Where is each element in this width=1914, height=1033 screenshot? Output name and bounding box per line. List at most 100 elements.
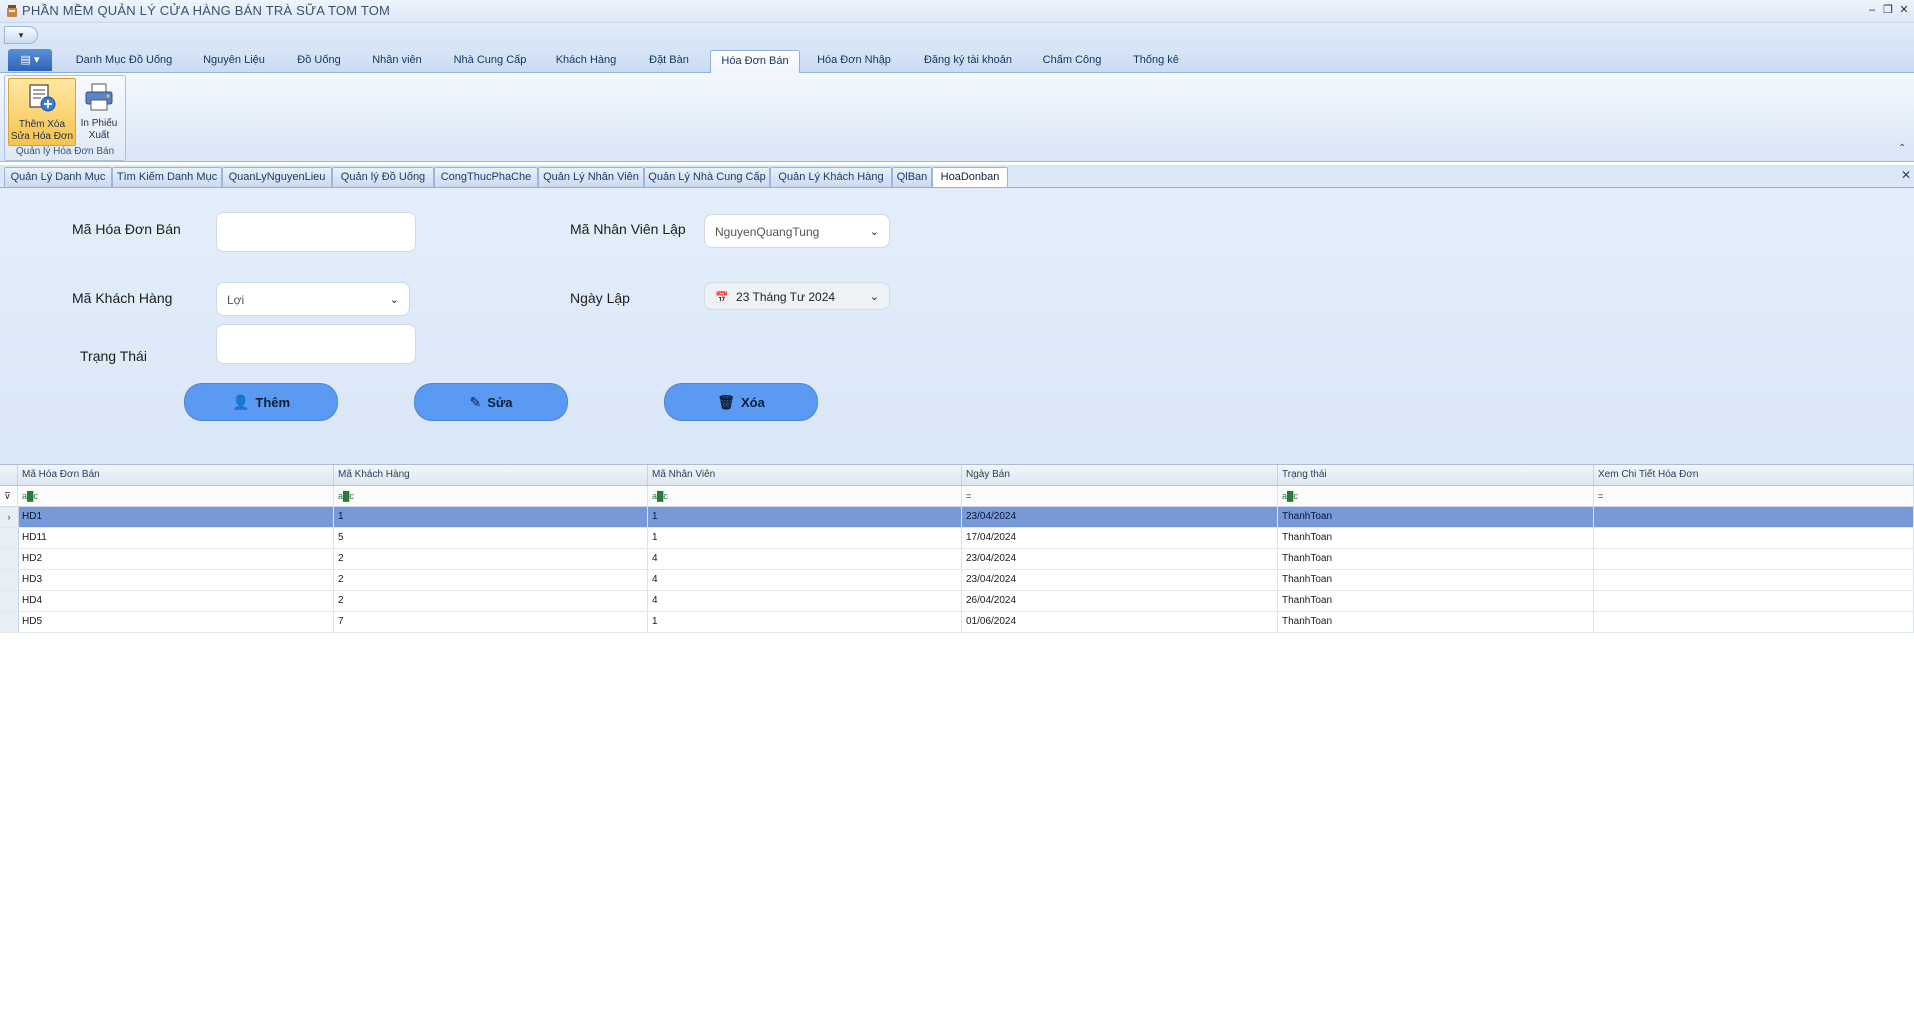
tab-cham-cong[interactable]: Chấm Công	[1034, 50, 1110, 71]
doc-tab-hoa-don-ban[interactable]: HoaDonban	[932, 167, 1008, 187]
table-row[interactable]: HD5 7 1 01/06/2024 ThanhToan	[0, 612, 1914, 633]
cell-trang-thai[interactable]: ThanhToan	[1278, 570, 1594, 590]
tab-nhan-vien[interactable]: Nhân viên	[360, 50, 434, 71]
ngay-lap-datepicker[interactable]: 📅 23 Tháng Tư 2024 ⌄	[704, 282, 890, 310]
cell-ma-nhan-vien[interactable]: 4	[648, 591, 962, 611]
cell-ma-hoa-don-ban[interactable]: HD1	[18, 507, 334, 527]
grid-corner	[0, 465, 18, 485]
ma-hoa-don-ban-input[interactable]	[216, 212, 416, 252]
filter-cell-ma-hoa-don-ban[interactable]: a█c	[18, 486, 334, 506]
doc-tab-tim-kiem-danh-muc[interactable]: Tìm Kiếm Danh Mục	[112, 167, 222, 187]
cell-ma-hoa-don-ban[interactable]: HD4	[18, 591, 334, 611]
application-menu-button[interactable]: ▤ ▾	[8, 49, 52, 71]
maximize-button[interactable]: ❐	[1880, 2, 1896, 18]
tab-nguyen-lieu[interactable]: Nguyên Liệu	[190, 50, 278, 71]
cell-trang-thai[interactable]: ThanhToan	[1278, 528, 1594, 548]
doc-tab-quan-ly-danh-muc[interactable]: Quản Lý Danh Mục	[4, 167, 112, 187]
tab-hoa-don-nhap[interactable]: Hóa Đơn Nhập	[806, 50, 902, 71]
cell-ma-khach-hang[interactable]: 7	[334, 612, 648, 632]
cell-xem-chi-tiet[interactable]	[1594, 528, 1914, 548]
cell-xem-chi-tiet[interactable]	[1594, 549, 1914, 569]
cell-ma-hoa-don-ban[interactable]: HD2	[18, 549, 334, 569]
table-row[interactable]: › HD1 1 1 23/04/2024 ThanhToan	[0, 507, 1914, 528]
cell-ma-nhan-vien[interactable]: 1	[648, 528, 962, 548]
cell-ma-hoa-don-ban[interactable]: HD5	[18, 612, 334, 632]
cell-ngay-ban[interactable]: 26/04/2024	[962, 591, 1278, 611]
cell-ma-khach-hang[interactable]: 2	[334, 591, 648, 611]
table-row[interactable]: HD11 5 1 17/04/2024 ThanhToan	[0, 528, 1914, 549]
column-header-ngay-ban[interactable]: Ngày Bán	[962, 465, 1278, 485]
cell-ma-nhan-vien[interactable]: 1	[648, 507, 962, 527]
cell-ma-nhan-vien[interactable]: 4	[648, 549, 962, 569]
cell-xem-chi-tiet[interactable]	[1594, 507, 1914, 527]
tab-dat-ban[interactable]: Đặt Bàn	[634, 50, 704, 71]
print-invoice-button[interactable]: In Phiếu Xuất	[77, 78, 121, 144]
minimize-button[interactable]: –	[1864, 2, 1880, 18]
cell-ma-khach-hang[interactable]: 2	[334, 549, 648, 569]
cell-xem-chi-tiet[interactable]	[1594, 570, 1914, 590]
cell-trang-thai[interactable]: ThanhToan	[1278, 507, 1594, 527]
cell-ma-nhan-vien[interactable]: 1	[648, 612, 962, 632]
close-window-button[interactable]: ✕	[1896, 2, 1912, 18]
cell-trang-thai[interactable]: ThanhToan	[1278, 549, 1594, 569]
doc-tab-quan-ly-do-uong[interactable]: Quản lý Đồ Uống	[332, 167, 434, 187]
cell-ma-khach-hang[interactable]: 1	[334, 507, 648, 527]
tab-hoa-don-ban[interactable]: Hóa Đơn Bán	[710, 50, 800, 73]
column-header-ma-hoa-don-ban[interactable]: Mã Hóa Đơn Bán	[18, 465, 334, 485]
trang-thai-label: Trạng Thái	[80, 348, 147, 364]
column-header-trang-thai[interactable]: Trạng thái	[1278, 465, 1594, 485]
cell-ngay-ban[interactable]: 17/04/2024	[962, 528, 1278, 548]
cell-ma-hoa-don-ban[interactable]: HD3	[18, 570, 334, 590]
ma-khach-hang-select[interactable]: Lợi ⌄	[216, 282, 410, 316]
doc-tab-quan-ly-nguyen-lieu[interactable]: QuanLyNguyenLieu	[222, 167, 332, 187]
filter-cell-xem-chi-tiet[interactable]: =	[1594, 486, 1914, 506]
edit-button[interactable]: ✎ Sửa	[414, 383, 568, 421]
tab-nha-cung-cap[interactable]: Nhà Cung Cấp	[442, 50, 538, 71]
chevron-down-icon: ⌄	[389, 294, 399, 306]
cell-trang-thai[interactable]: ThanhToan	[1278, 591, 1594, 611]
cell-xem-chi-tiet[interactable]	[1594, 612, 1914, 632]
cell-trang-thai[interactable]: ThanhToan	[1278, 612, 1594, 632]
filter-cell-ma-khach-hang[interactable]: a█c	[334, 486, 648, 506]
doc-tab-cong-thuc-pha-che[interactable]: CongThucPhaChe	[434, 167, 538, 187]
cell-ngay-ban[interactable]: 23/04/2024	[962, 507, 1278, 527]
doc-tab-quan-ly-nhan-vien[interactable]: Quản Lý Nhân Viên	[538, 167, 644, 187]
cell-ngay-ban[interactable]: 23/04/2024	[962, 549, 1278, 569]
filter-cell-ngay-ban[interactable]: =	[962, 486, 1278, 506]
cell-ma-khach-hang[interactable]: 5	[334, 528, 648, 548]
ma-nhan-vien-lap-select[interactable]: NguyenQuangTung ⌄	[704, 214, 890, 248]
doc-tab-quan-ly-nha-cung-cap[interactable]: Quản Lý Nhà Cung Cấp	[644, 167, 770, 187]
doc-tab-ql-ban[interactable]: QlBan	[892, 167, 932, 187]
filter-cell-trang-thai[interactable]: a█c	[1278, 486, 1594, 506]
close-document-button[interactable]: ✕	[1901, 168, 1911, 182]
filter-cell-ma-nhan-vien[interactable]: a█c	[648, 486, 962, 506]
doc-tab-quan-ly-khach-hang[interactable]: Quản Lý Khách Hàng	[770, 167, 892, 187]
table-row[interactable]: HD3 2 4 23/04/2024 ThanhToan	[0, 570, 1914, 591]
cell-ma-hoa-don-ban[interactable]: HD11	[18, 528, 334, 548]
column-header-ma-nhan-vien[interactable]: Mã Nhân Viên	[648, 465, 962, 485]
table-row[interactable]: HD4 2 4 26/04/2024 ThanhToan	[0, 591, 1914, 612]
add-edit-delete-invoice-button[interactable]: Thêm Xóa Sửa Hóa Đơn	[8, 78, 76, 146]
cell-ngay-ban[interactable]: 01/06/2024	[962, 612, 1278, 632]
quick-access-dropdown[interactable]: ▾	[4, 26, 38, 44]
tab-do-uong[interactable]: Đồ Uống	[286, 50, 352, 71]
table-row[interactable]: HD2 2 4 23/04/2024 ThanhToan	[0, 549, 1914, 570]
row-indicator	[0, 591, 19, 611]
trang-thai-input[interactable]	[216, 324, 416, 364]
tab-dang-ky-tai-khoan[interactable]: Đăng ký tài khoản	[910, 50, 1026, 71]
tab-khach-hang[interactable]: Khách Hàng	[546, 50, 626, 71]
ribbon-collapse-button[interactable]: ⌃	[1898, 143, 1906, 154]
delete-button[interactable]: 🗑 Xóa	[664, 383, 818, 421]
cell-ma-khach-hang[interactable]: 2	[334, 570, 648, 590]
tab-danh-muc-do-uong[interactable]: Danh Mục Đồ Uống	[66, 50, 182, 71]
add-button[interactable]: 👤 Thêm	[184, 383, 338, 421]
invoice-grid: Mã Hóa Đơn Bán Mã Khách Hàng Mã Nhân Viê…	[0, 464, 1914, 1033]
column-header-xem-chi-tiet[interactable]: Xem Chi Tiết Hóa Đơn	[1594, 465, 1914, 485]
tab-thong-ke[interactable]: Thống kê	[1118, 50, 1194, 71]
printer-icon	[84, 82, 114, 117]
cell-ngay-ban[interactable]: 23/04/2024	[962, 570, 1278, 590]
column-header-ma-khach-hang[interactable]: Mã Khách Hàng	[334, 465, 648, 485]
chevron-down-icon: ⌄	[869, 291, 879, 303]
cell-ma-nhan-vien[interactable]: 4	[648, 570, 962, 590]
cell-xem-chi-tiet[interactable]	[1594, 591, 1914, 611]
